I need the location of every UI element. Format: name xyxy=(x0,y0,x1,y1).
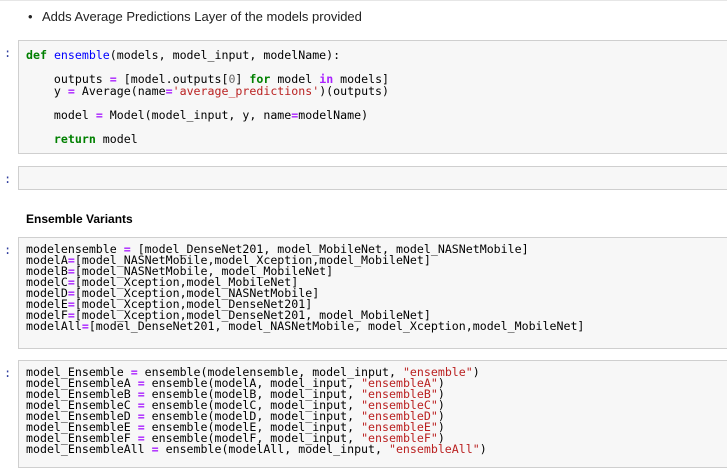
bullet-dot: • xyxy=(28,9,33,24)
code-editor[interactable]: model_Ensemble = ensemble(modelensemble,… xyxy=(19,366,727,456)
code-line: modelAll=[model_DenseNet201, model_NASNe… xyxy=(26,319,585,333)
cell-prompt: : xyxy=(4,243,12,257)
code-cell-ensemble-variants[interactable]: modelensemble = [model_DenseNet201, mode… xyxy=(18,237,727,349)
code-cell-ensemble-def[interactable]: def ensemble(models, model_input, modelN… xyxy=(18,40,727,154)
section-heading: Ensemble Variants xyxy=(26,212,133,226)
top-divider xyxy=(0,0,727,1)
code-editor[interactable]: modelensemble = [model_DenseNet201, mode… xyxy=(19,243,727,333)
code-cell-empty[interactable] xyxy=(18,166,727,190)
cell-prompt: : xyxy=(4,366,12,380)
markdown-bullet-text: Adds Average Predictions Layer of the mo… xyxy=(42,9,362,24)
code-editor[interactable]: def ensemble(models, model_input, modelN… xyxy=(19,49,727,145)
markdown-bullet: • Adds Average Predictions Layer of the m… xyxy=(28,9,362,24)
cell-prompt: : xyxy=(4,46,12,60)
code-line: model_EnsembleAll = ensemble(modelAll, m… xyxy=(26,442,487,456)
cell-prompt: : xyxy=(4,172,12,186)
code-cell-build-ensembles[interactable]: model_Ensemble = ensemble(modelensemble,… xyxy=(18,360,727,468)
